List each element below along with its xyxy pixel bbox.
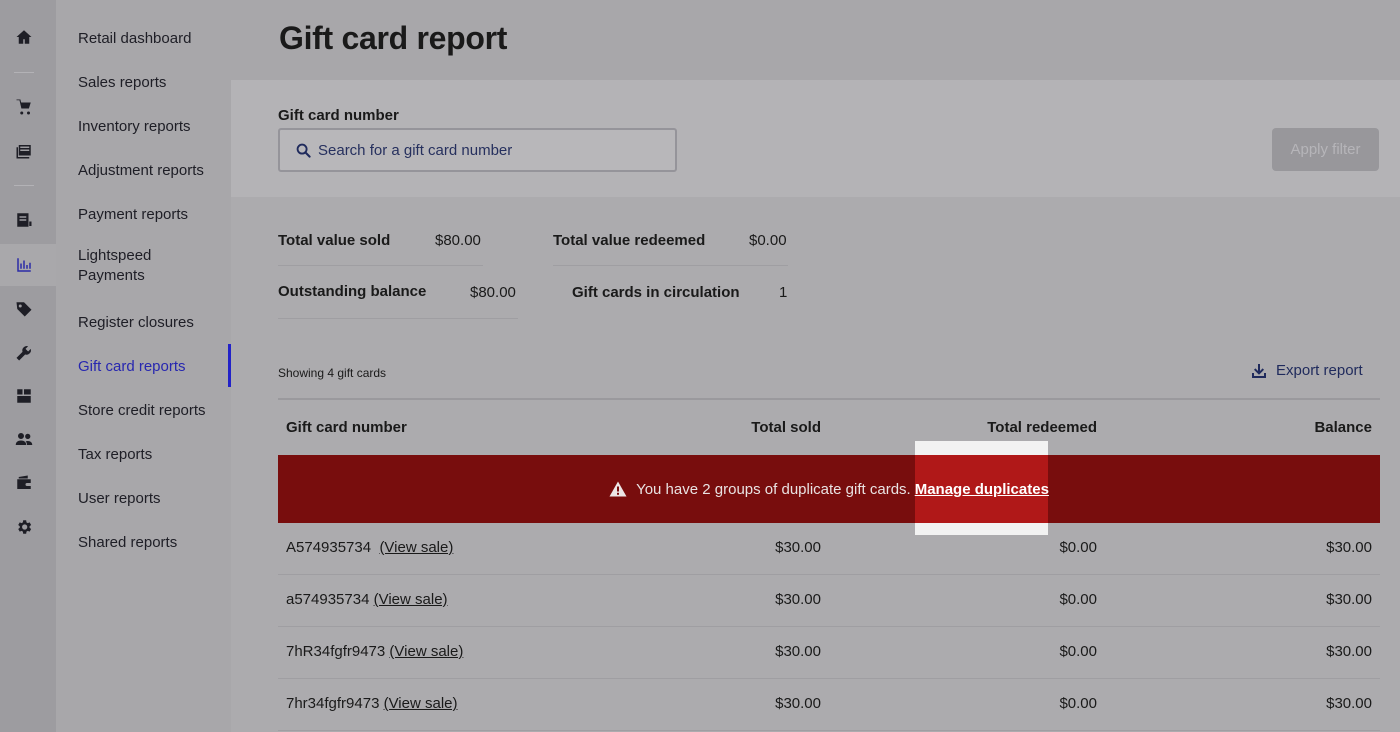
outstanding-balance-label: Outstanding balance [278, 283, 427, 300]
cart-icon[interactable] [10, 93, 38, 121]
subnav-item-adjustment-reports[interactable]: Adjustment reports [78, 161, 228, 181]
subnav-item-register-closures[interactable]: Register closures [78, 313, 228, 333]
column-header-total-redeemed[interactable]: Total redeemed [987, 419, 1097, 436]
total-redeemed-cell: $0.00 [1059, 643, 1097, 660]
search-icon [296, 143, 311, 158]
wallet-icon[interactable] [10, 469, 38, 497]
view-sale-link[interactable]: (View sale) [374, 591, 448, 608]
tag-icon[interactable] [10, 295, 38, 323]
table-row: 7hR34fgfr9473 (View sale) $30.00 $0.00 $… [278, 627, 1380, 679]
total-value-sold-label: Total value sold [278, 232, 391, 249]
subnav-item-store-credit-reports[interactable]: Store credit reports [78, 401, 228, 421]
gift-card-number: A574935734 [286, 539, 372, 556]
subnav-item-retail-dashboard[interactable]: Retail dashboard [78, 29, 228, 49]
manage-duplicates-link[interactable]: Manage duplicates [915, 481, 1049, 498]
gift-card-number-cell: A574935734 (View sale) [286, 539, 453, 556]
filter-bar: Gift card number Apply filter [231, 80, 1400, 197]
total-sold-cell: $30.00 [775, 539, 821, 556]
gear-icon[interactable] [10, 513, 38, 541]
total-value-redeemed-label: Total value redeemed [553, 232, 706, 249]
subnav-item-user-reports[interactable]: User reports [78, 489, 228, 509]
icon-rail [0, 0, 56, 732]
subnav-item-inventory-reports[interactable]: Inventory reports [78, 117, 228, 137]
view-sale-link[interactable]: (View sale) [389, 643, 463, 660]
customers-icon[interactable] [10, 425, 38, 453]
total-sold-cell: $30.00 [775, 591, 821, 608]
summary-divider [553, 265, 788, 266]
rail-divider [14, 72, 34, 73]
view-sale-link[interactable]: (View sale) [384, 695, 458, 712]
balance-cell: $30.00 [1326, 539, 1372, 556]
download-icon [1252, 363, 1266, 378]
column-header-balance[interactable]: Balance [1314, 419, 1372, 436]
subnav-item-lightspeed-payments[interactable]: Lightspeed Payments [78, 246, 188, 286]
gift-card-number-cell: 7hR34fgfr9473 (View sale) [286, 643, 463, 660]
filter-label: Gift card number [278, 107, 399, 124]
wrench-icon[interactable] [10, 339, 38, 367]
total-value-redeemed-value: $0.00 [749, 232, 787, 249]
reports-icon[interactable] [10, 251, 38, 279]
column-header-gift-card-number[interactable]: Gift card number [286, 419, 407, 436]
rail-divider [14, 185, 34, 186]
export-report-label: Export report [1276, 362, 1363, 379]
summary-divider [278, 318, 518, 319]
subnav-item-tax-reports[interactable]: Tax reports [78, 445, 228, 465]
showing-count: Showing 4 gift cards [278, 366, 387, 380]
catalog-icon[interactable] [10, 137, 38, 165]
subnav-item-gift-card-reports[interactable]: Gift card reports [78, 357, 228, 377]
page-title: Gift card report [279, 20, 508, 56]
subnav-item-shared-reports[interactable]: Shared reports [78, 533, 228, 553]
apply-filter-button[interactable]: Apply filter [1272, 128, 1379, 171]
gift-cards-in-circulation-value: 1 [779, 284, 788, 301]
summary-divider [278, 265, 483, 266]
home-icon[interactable] [10, 23, 38, 51]
balance-cell: $30.00 [1326, 643, 1372, 660]
main-content: Gift card report Gift card number Apply … [231, 0, 1400, 732]
reports-subnav: Retail dashboard Sales reports Inventory… [56, 0, 231, 732]
page-header: Gift card report [231, 0, 1400, 80]
outstanding-balance-value: $80.00 [470, 284, 516, 301]
total-sold-cell: $30.00 [775, 695, 821, 712]
total-sold-cell: $30.00 [775, 643, 821, 660]
export-report-button[interactable]: Export report [1251, 362, 1363, 379]
table-row: 7hr34fgfr9473 (View sale) $30.00 $0.00 $… [278, 679, 1380, 731]
gift-card-number: 7hR34fgfr9473 [286, 643, 386, 660]
warning-icon [609, 481, 627, 497]
gift-cards-in-circulation-label: Gift cards in circulation [572, 284, 740, 301]
balance-cell: $30.00 [1326, 695, 1372, 712]
table-top-border [278, 398, 1380, 400]
gift-card-search-input[interactable] [318, 130, 668, 170]
inventory-icon[interactable] [10, 382, 38, 410]
register-icon[interactable] [10, 206, 38, 234]
balance-cell: $30.00 [1326, 591, 1372, 608]
table-row: A574935734 (View sale) $30.00 $0.00 $30.… [278, 523, 1380, 575]
subnav-item-sales-reports[interactable]: Sales reports [78, 73, 228, 93]
table-row: a574935734 (View sale) $30.00 $0.00 $30.… [278, 575, 1380, 627]
total-redeemed-cell: $0.00 [1059, 695, 1097, 712]
gift-card-number: 7hr34fgfr9473 [286, 695, 380, 712]
column-header-total-sold[interactable]: Total sold [751, 419, 821, 436]
subnav-item-payment-reports[interactable]: Payment reports [78, 205, 228, 225]
search-box[interactable] [278, 128, 677, 172]
gift-card-number-cell: 7hr34fgfr9473 (View sale) [286, 695, 458, 712]
total-value-sold-value: $80.00 [435, 232, 481, 249]
total-redeemed-cell: $0.00 [1059, 591, 1097, 608]
total-redeemed-cell: $0.00 [1059, 539, 1097, 556]
duplicate-alert-text: You have 2 groups of duplicate gift card… [636, 480, 911, 498]
gift-card-number-cell: a574935734 (View sale) [286, 591, 448, 608]
view-sale-link[interactable]: (View sale) [379, 539, 453, 556]
duplicate-alert-content: You have 2 groups of duplicate gift card… [278, 455, 1380, 523]
gift-card-number: a574935734 [286, 591, 370, 608]
